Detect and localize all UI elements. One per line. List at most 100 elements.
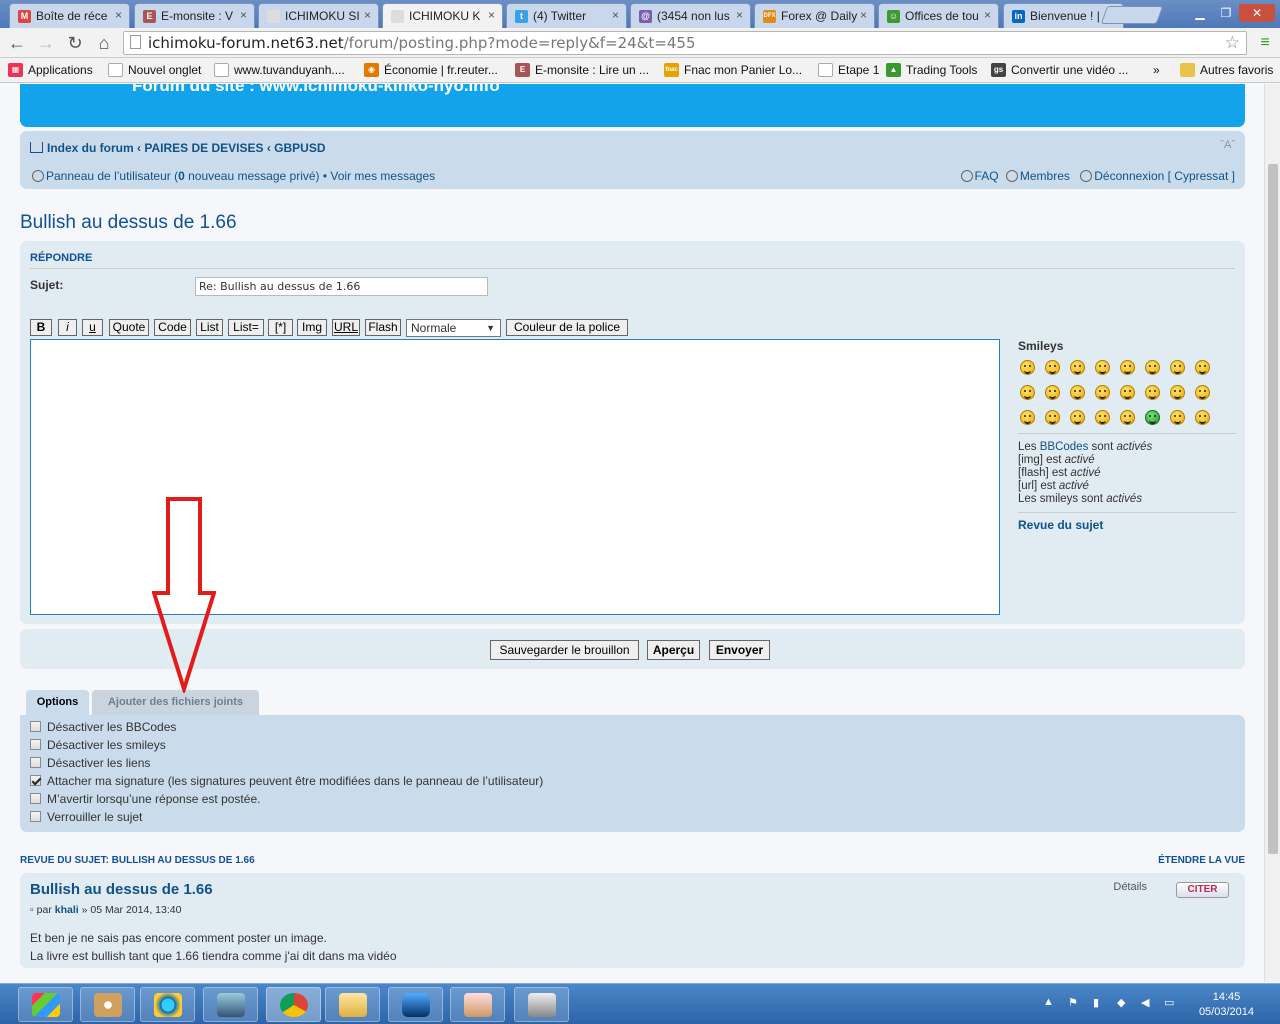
font-size-change[interactable]: ˇAˆ bbox=[1220, 139, 1235, 151]
tray-chevron-icon[interactable]: ▲ bbox=[1043, 996, 1054, 1008]
browser-tab[interactable]: DFX Forex @ Daily × bbox=[754, 3, 875, 28]
smiley-icon[interactable] bbox=[1145, 360, 1160, 375]
ordered-list-button[interactable]: List= bbox=[228, 319, 264, 336]
flash-button[interactable]: Flash bbox=[365, 319, 401, 336]
ucp-link[interactable]: Panneau de l’utilisateur (0 nouveau mess… bbox=[46, 169, 327, 183]
smiley-icon[interactable] bbox=[1020, 410, 1035, 425]
post-author[interactable]: khali bbox=[55, 904, 79, 916]
bold-button[interactable]: B bbox=[30, 319, 52, 336]
new-tab-button[interactable] bbox=[1100, 6, 1164, 24]
home-icon[interactable]: ⌂ bbox=[94, 33, 114, 53]
save-draft-button[interactable]: Sauvegarder le brouillon bbox=[490, 640, 639, 660]
smiley-icon[interactable] bbox=[1120, 360, 1135, 375]
smiley-icon[interactable] bbox=[1070, 410, 1085, 425]
logout-link[interactable]: Déconnexion [ Cypressat ] bbox=[1094, 169, 1235, 183]
scrollbar-thumb[interactable] bbox=[1268, 164, 1278, 854]
star-icon[interactable]: ☆ bbox=[1225, 32, 1240, 54]
back-icon[interactable]: ← bbox=[7, 33, 27, 53]
bookmark-item[interactable]: ▦ Applications bbox=[8, 62, 93, 79]
close-tab-icon[interactable]: × bbox=[115, 8, 122, 22]
list-button[interactable]: List bbox=[196, 319, 223, 336]
smiley-icon[interactable] bbox=[1120, 410, 1135, 425]
bookmark-item[interactable]: www.tuvanduyanh.... bbox=[214, 62, 345, 79]
crumb-category[interactable]: PAIRES DE DEVISES bbox=[144, 141, 263, 155]
bbcodes-link[interactable]: BBCodes bbox=[1040, 441, 1089, 453]
underline-button[interactable]: u bbox=[82, 319, 103, 336]
option-checkbox[interactable] bbox=[30, 793, 41, 804]
taskbar-printer[interactable] bbox=[514, 987, 569, 1022]
subject-input[interactable]: Re: Bullish au dessus de 1.66 bbox=[195, 277, 488, 296]
close-tab-icon[interactable]: × bbox=[364, 8, 371, 22]
page-scrollbar[interactable] bbox=[1264, 84, 1280, 982]
chrome-menu-icon[interactable]: ≡ bbox=[1255, 33, 1275, 53]
browser-tab[interactable]: M Boîte de réce × bbox=[9, 3, 130, 28]
browser-tab[interactable]: ☺ Offices de tou × bbox=[878, 3, 999, 28]
taskbar-chrome[interactable] bbox=[266, 987, 321, 1022]
smiley-icon[interactable] bbox=[1195, 360, 1210, 375]
smiley-icon[interactable] bbox=[1120, 385, 1135, 400]
address-bar[interactable]: ichimoku-forum.net63.net/forum/posting.p… bbox=[123, 31, 1247, 55]
submit-button[interactable]: Envoyer bbox=[709, 640, 770, 660]
clock[interactable]: 14:45 05/03/2014 bbox=[1199, 990, 1254, 1020]
tab-attachments[interactable]: Ajouter des fichiers joints bbox=[92, 690, 259, 715]
smiley-icon[interactable] bbox=[1170, 410, 1185, 425]
details-link[interactable]: Détails bbox=[1113, 881, 1147, 893]
bookmark-item[interactable]: E E-monsite : Lire un ... bbox=[515, 62, 649, 79]
option-checkbox[interactable] bbox=[30, 739, 41, 750]
option-checkbox[interactable] bbox=[30, 757, 41, 768]
bookmark-item[interactable]: ▲ Trading Tools bbox=[886, 62, 977, 79]
members-link[interactable]: Membres bbox=[1020, 169, 1070, 183]
smiley-icon[interactable] bbox=[1095, 360, 1110, 375]
taskbar-explorer[interactable] bbox=[325, 987, 380, 1022]
option-checkbox[interactable] bbox=[30, 811, 41, 822]
bookmark-item[interactable]: fnac Fnac mon Panier Lo... bbox=[664, 62, 802, 79]
font-size-select[interactable]: Normale ▼ bbox=[406, 319, 501, 337]
volume-icon[interactable]: ◀ bbox=[1141, 996, 1149, 1009]
close-tab-icon[interactable]: × bbox=[736, 8, 743, 22]
browser-tab[interactable]: @ (3454 non lus × bbox=[630, 3, 751, 28]
crumb-forum[interactable]: GBPUSD bbox=[274, 141, 325, 155]
smiley-icon[interactable] bbox=[1045, 410, 1060, 425]
smiley-icon[interactable] bbox=[1170, 385, 1185, 400]
close-tab-icon[interactable]: × bbox=[860, 8, 867, 22]
flag-icon[interactable]: ⚑ bbox=[1068, 996, 1078, 1009]
italic-button[interactable]: i bbox=[58, 319, 77, 336]
browser-tab[interactable]: E E-monsite : V × bbox=[134, 3, 255, 28]
option-checkbox[interactable] bbox=[30, 721, 41, 732]
font-color-button[interactable]: Couleur de la police bbox=[506, 319, 628, 336]
close-tab-icon[interactable]: × bbox=[488, 8, 495, 22]
post-title[interactable]: Bullish au dessus de 1.66 bbox=[30, 881, 213, 898]
dropbox-icon[interactable]: ◆ bbox=[1117, 996, 1125, 1009]
close-window-button[interactable]: ✕ bbox=[1239, 4, 1275, 22]
smiley-icon[interactable] bbox=[1070, 360, 1085, 375]
img-button[interactable]: Img bbox=[297, 319, 327, 336]
smiley-icon[interactable] bbox=[1145, 385, 1160, 400]
reload-icon[interactable]: ↻ bbox=[65, 33, 85, 53]
smiley-icon[interactable] bbox=[1145, 410, 1160, 425]
quote-button[interactable]: Quote bbox=[109, 319, 149, 336]
smiley-icon[interactable] bbox=[1020, 385, 1035, 400]
option-checkbox[interactable] bbox=[30, 775, 41, 786]
smiley-icon[interactable] bbox=[1070, 385, 1085, 400]
taskbar-ie[interactable] bbox=[140, 987, 195, 1022]
bookmark-item[interactable]: ◉ Économie | fr.reuter... bbox=[364, 62, 498, 79]
close-tab-icon[interactable]: × bbox=[984, 8, 991, 22]
close-tab-icon[interactable]: × bbox=[240, 8, 247, 22]
forward-icon[interactable]: → bbox=[36, 33, 56, 53]
network-tray-icon[interactable]: ▭ bbox=[1164, 996, 1174, 1009]
bookmark-item[interactable]: Nouvel onglet bbox=[108, 62, 201, 79]
smiley-icon[interactable] bbox=[1045, 360, 1060, 375]
view-messages-link[interactable]: Voir mes messages bbox=[330, 169, 435, 183]
taskbar-app[interactable] bbox=[388, 987, 443, 1022]
taskbar-wallet[interactable] bbox=[450, 987, 505, 1022]
smiley-icon[interactable] bbox=[1195, 385, 1210, 400]
preview-button[interactable]: Aperçu bbox=[647, 640, 700, 660]
power-icon[interactable]: ▮ bbox=[1093, 996, 1099, 1009]
minimize-button[interactable]: ▁ bbox=[1187, 4, 1213, 22]
smiley-icon[interactable] bbox=[1095, 385, 1110, 400]
faq-link[interactable]: FAQ bbox=[975, 169, 999, 183]
maximize-button[interactable]: ❐ bbox=[1213, 4, 1239, 22]
smiley-icon[interactable] bbox=[1020, 360, 1035, 375]
bookmark-item[interactable]: Autres favoris bbox=[1180, 62, 1273, 79]
smiley-icon[interactable] bbox=[1195, 410, 1210, 425]
